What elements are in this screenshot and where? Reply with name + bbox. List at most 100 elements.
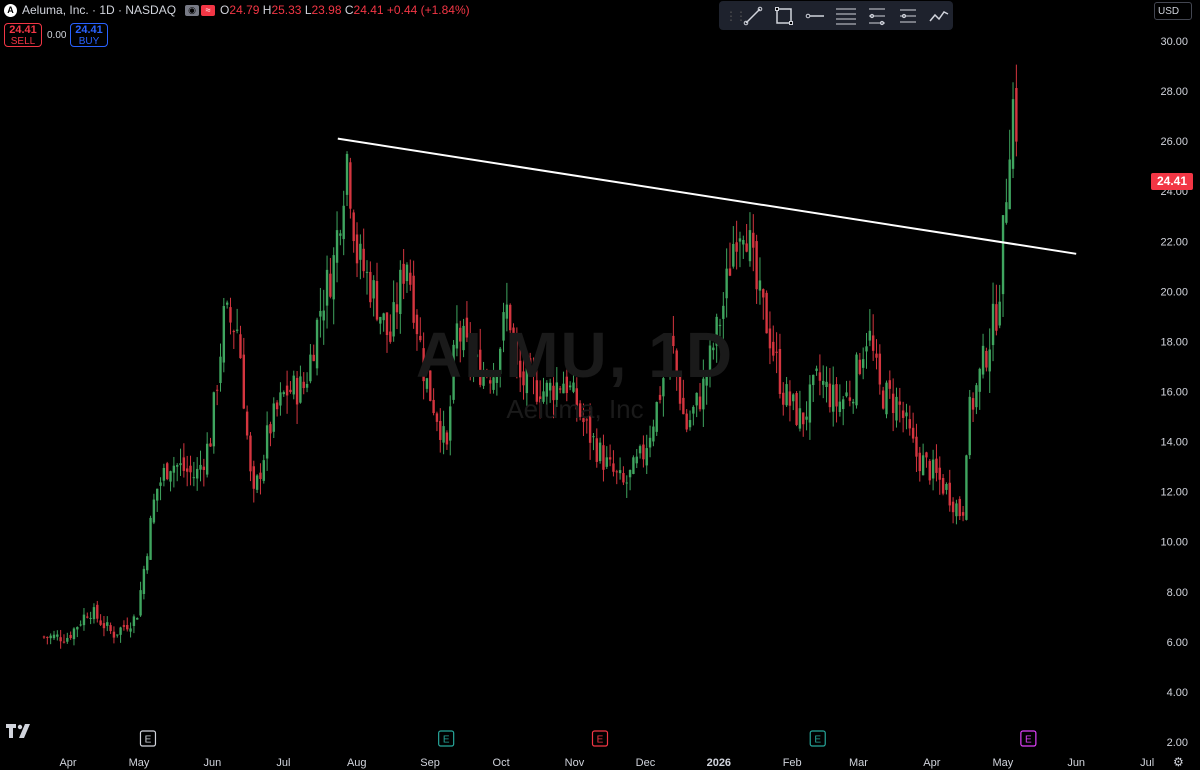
symbol-title[interactable]: Aeluma, Inc. · 1D · NASDAQ xyxy=(22,3,176,17)
candle-body xyxy=(399,269,402,315)
fib-retracement-icon[interactable] xyxy=(863,2,890,29)
candle-body xyxy=(938,467,941,480)
candle-body xyxy=(116,634,119,636)
y-tick-label: 12.00 xyxy=(1160,487,1188,499)
earnings-event-icon[interactable]: E xyxy=(809,730,826,747)
candle-body xyxy=(918,452,921,472)
x-tick-label: Apr xyxy=(923,757,940,769)
candle-body xyxy=(931,459,935,479)
long-position-icon[interactable] xyxy=(894,2,921,29)
candle-body xyxy=(915,436,918,457)
candle-body xyxy=(265,425,269,459)
candle-body xyxy=(365,271,369,273)
earnings-event-icon[interactable]: E xyxy=(591,730,609,747)
candle-body xyxy=(728,268,732,276)
candle-body xyxy=(192,477,196,479)
candle-body xyxy=(595,438,598,462)
earnings-event-label: E xyxy=(145,735,152,746)
candle-body xyxy=(195,468,199,479)
buy-button[interactable]: 24.41 BUY xyxy=(70,23,108,47)
forecast-icon[interactable] xyxy=(925,2,952,29)
candle-body xyxy=(112,631,116,638)
candle-body xyxy=(612,463,615,472)
candle-body xyxy=(79,624,82,626)
sell-button[interactable]: 24.41 SELL xyxy=(4,23,42,47)
candle-body xyxy=(166,463,169,480)
wave-icon[interactable]: ≈ xyxy=(201,4,216,16)
candle-body xyxy=(149,517,152,560)
candle-body xyxy=(628,469,632,478)
eye-icon[interactable]: ◉ xyxy=(185,4,200,16)
trade-panel: 24.41 SELL 0.00 24.41 BUY xyxy=(4,23,108,47)
candle-body xyxy=(49,635,52,639)
candle-body xyxy=(605,457,608,467)
trend-line[interactable] xyxy=(337,137,1077,255)
candle-body xyxy=(372,280,375,299)
candle-body xyxy=(652,426,655,442)
currency-selector[interactable]: USD xyxy=(1154,2,1192,20)
candle-body xyxy=(1001,215,1005,295)
candle-body xyxy=(42,636,46,638)
candle-body xyxy=(205,443,209,475)
candle-body xyxy=(252,466,255,489)
candle-body xyxy=(598,442,602,462)
y-tick-label: 8.00 xyxy=(1167,587,1188,599)
candle-body xyxy=(349,162,352,209)
y-tick-label: 20.00 xyxy=(1160,286,1188,298)
candle-body xyxy=(412,275,415,323)
candle-body xyxy=(152,499,156,523)
candle-body xyxy=(955,503,958,517)
candle-body xyxy=(618,470,622,474)
spread-value: 0.00 xyxy=(47,29,67,41)
candle-body xyxy=(86,616,89,618)
tradingview-logo-icon[interactable] xyxy=(6,724,32,740)
x-tick-label: Mar xyxy=(849,757,868,769)
horizontal-ray-icon[interactable] xyxy=(801,2,828,29)
candle-body xyxy=(945,483,948,490)
candle-body xyxy=(745,243,748,252)
candle-body xyxy=(159,482,162,486)
y-tick-label: 4.00 xyxy=(1167,687,1188,699)
candle-body xyxy=(99,620,102,625)
candle-body xyxy=(592,436,595,438)
candle-body xyxy=(129,628,132,632)
trend-line-icon[interactable] xyxy=(739,2,766,29)
candle-body xyxy=(69,634,72,639)
candle-body xyxy=(762,289,765,298)
settings-gear-icon[interactable]: ⚙ xyxy=(1173,755,1184,769)
rectangle-icon[interactable] xyxy=(770,2,797,29)
candle-body xyxy=(648,437,652,448)
drag-handle-icon[interactable]: ⋮⋮ xyxy=(725,9,747,23)
candle-body xyxy=(262,460,265,481)
earnings-event-label: E xyxy=(814,735,821,746)
candle-body xyxy=(748,230,752,262)
earnings-event-icon[interactable]: E xyxy=(1020,730,1037,747)
candle-body xyxy=(102,623,106,629)
candle-body xyxy=(82,614,86,626)
candle-body xyxy=(52,634,56,639)
earnings-event-label: E xyxy=(597,735,604,746)
candle-body xyxy=(225,302,229,305)
y-tick-label: 18.00 xyxy=(1160,336,1188,348)
parallel-channel-icon[interactable] xyxy=(832,2,859,29)
candle-body xyxy=(66,637,69,642)
candle-body xyxy=(735,242,738,252)
x-tick-label: May xyxy=(992,757,1013,769)
candle-body xyxy=(185,468,189,472)
drawing-toolbar: ⋮⋮ xyxy=(719,1,953,30)
earnings-event-icon[interactable]: E xyxy=(139,730,157,747)
candle-body xyxy=(269,424,272,434)
candle-body xyxy=(921,455,925,476)
x-tick-label: Apr xyxy=(59,757,76,769)
candle-body xyxy=(156,488,159,501)
candle-body xyxy=(119,627,122,635)
candle-body xyxy=(325,269,329,306)
x-tick-label: Jul xyxy=(1140,757,1154,769)
earnings-event-icon[interactable]: E xyxy=(438,730,455,747)
candle-body xyxy=(136,618,139,620)
candle-body xyxy=(738,238,742,242)
x-tick-label: Nov xyxy=(565,757,585,769)
candle-body xyxy=(122,625,126,627)
candle-body xyxy=(442,426,445,443)
y-tick-label: 26.00 xyxy=(1160,136,1188,148)
